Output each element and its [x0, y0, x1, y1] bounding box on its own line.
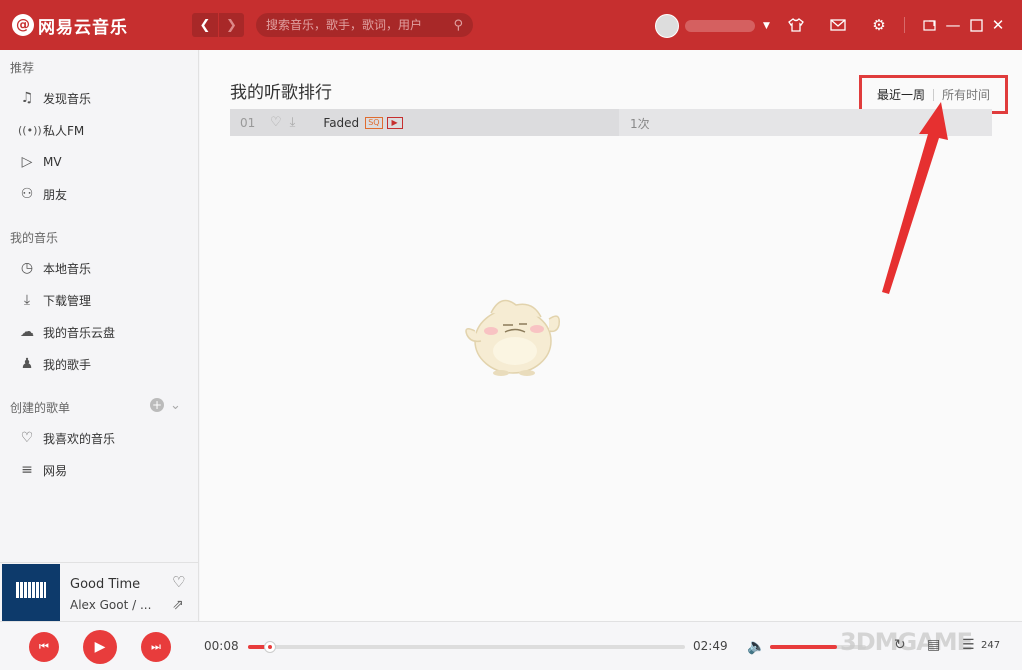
- search-box[interactable]: ⚲: [256, 13, 473, 37]
- sidebar-item-label: MV: [43, 155, 62, 169]
- app-title: 网易云音乐: [38, 17, 128, 38]
- download-icon[interactable]: ⤓: [290, 115, 296, 130]
- history-nav: ❮ ❯: [192, 13, 244, 37]
- section-title-my-music: 我的音乐: [10, 231, 59, 245]
- close-icon[interactable]: ✕: [988, 15, 1008, 35]
- avatar[interactable]: [655, 14, 679, 38]
- volume-fill: [770, 645, 838, 649]
- title-bar: @ 网易云音乐 ❮ ❯ ⚲ ▼ ⚙ — ✕: [0, 0, 1022, 50]
- now-playing-panel[interactable]: Good Time Alex Goot / ... ♡ ⇗: [0, 562, 199, 621]
- video-icon: ▷: [21, 154, 33, 170]
- sidebar-item-label: 我的歌手: [43, 357, 92, 372]
- sidebar-item-liked[interactable]: ♡ 我喜欢的音乐: [0, 423, 198, 453]
- netease-logo-icon: @: [12, 14, 34, 36]
- sidebar-item-label: 朋友: [43, 187, 68, 202]
- previous-track-icon[interactable]: ⏮: [29, 632, 59, 662]
- tab-all-time[interactable]: 所有时间: [934, 86, 998, 103]
- heart-icon[interactable]: ♡: [270, 115, 282, 130]
- sidebar-item-singers[interactable]: ♟ 我的歌手: [0, 349, 198, 379]
- sidebar-item-label: 下载管理: [43, 293, 92, 308]
- chevron-down-icon[interactable]: ⌄: [170, 398, 181, 413]
- music-note-icon: ♫: [20, 90, 34, 106]
- sidebar-item-fm[interactable]: ((•)) 私人FM: [0, 115, 198, 145]
- album-cover[interactable]: [2, 564, 60, 621]
- sidebar-item-label: 发现音乐: [43, 91, 92, 106]
- piano-keys-art: [16, 582, 46, 598]
- play-count-bar: [230, 109, 619, 136]
- heart-icon: ♡: [20, 430, 34, 446]
- tab-recent-week[interactable]: 最近一周: [869, 86, 933, 103]
- chevron-left-icon[interactable]: ❮: [192, 13, 218, 37]
- mv-icon[interactable]: ▶: [386, 116, 403, 129]
- mail-icon[interactable]: [828, 15, 848, 35]
- section-title-recommend: 推荐: [10, 61, 35, 75]
- total-time: 02:49: [693, 639, 728, 653]
- app-logo[interactable]: @ 网易云音乐: [12, 13, 128, 38]
- sidebar-item-label: 本地音乐: [43, 261, 92, 276]
- main-content: 我的听歌排行 最近一周 所有时间 01 ♡ ⤓ Faded SQ ▶ 1次: [200, 50, 1022, 621]
- download-icon: ⤓: [23, 292, 31, 308]
- sidebar-item-label: 我喜欢的音乐: [43, 431, 116, 446]
- caret-down-icon[interactable]: ▼: [763, 21, 770, 31]
- sidebar-item-label: 我的音乐云盘: [43, 325, 116, 340]
- chevron-right-icon[interactable]: ❯: [218, 13, 244, 37]
- playlist-icon: ≡: [21, 462, 33, 478]
- table-row[interactable]: 01 ♡ ⤓ Faded SQ ▶ 1次: [230, 109, 992, 136]
- progress-bar[interactable]: [248, 641, 685, 653]
- search-icon[interactable]: ⚲: [453, 18, 463, 33]
- sidebar-item-local-music[interactable]: ◷ 本地音乐: [0, 253, 198, 283]
- play-icon[interactable]: ▶: [83, 630, 117, 664]
- settings-icon[interactable]: ⚙: [869, 15, 889, 35]
- sidebar-item-cloud[interactable]: ☁ 我的音乐云盘: [0, 317, 198, 347]
- player-bar: ⏮ ▶ ⏭ 00:08 02:49 🔈 3DMGAME ↻ ▤ ☰ 247: [0, 621, 1022, 670]
- sidebar-item-mv[interactable]: ▷ MV: [0, 147, 198, 177]
- quality-badge: SQ: [365, 116, 383, 129]
- volume-icon[interactable]: 🔈: [747, 637, 766, 655]
- cloud-icon: ☁: [20, 324, 34, 340]
- search-input[interactable]: [266, 18, 454, 32]
- progress-knob[interactable]: [263, 641, 276, 653]
- sidebar-item-friends[interactable]: ⚇ 朋友: [0, 179, 198, 209]
- skin-icon[interactable]: [786, 15, 806, 35]
- singer-icon: ♟: [20, 356, 34, 372]
- lyrics-icon[interactable]: ▤: [927, 637, 940, 653]
- page-title: 我的听歌排行: [230, 83, 332, 103]
- now-playing-title: Good Time: [70, 577, 141, 592]
- sidebar-item-discover[interactable]: ♫ 发现音乐: [0, 83, 198, 113]
- now-playing-artist: Alex Goot / ...: [70, 598, 152, 612]
- disc-icon: ◷: [20, 260, 34, 276]
- radio-icon: ((•)): [18, 123, 42, 137]
- sidebar-item-label: 网易: [43, 463, 68, 478]
- next-track-icon[interactable]: ⏭: [141, 632, 171, 662]
- mini-mode-icon[interactable]: [920, 15, 940, 35]
- playlist-queue-icon[interactable]: ☰: [962, 637, 975, 653]
- username-redacted[interactable]: [685, 20, 755, 32]
- sidebar-item-downloads[interactable]: ⤓ 下载管理: [0, 285, 198, 315]
- friends-icon: ⚇: [20, 186, 34, 202]
- section-title-created-playlists: 创建的歌单: [10, 401, 71, 415]
- maximize-icon[interactable]: [966, 15, 986, 35]
- sidebar-item-playlist-netease[interactable]: ≡ 网易: [0, 455, 198, 485]
- sidebar: 推荐 ♫ 发现音乐 ((•)) 私人FM ▷ MV ⚇ 朋友 我的音乐 ◷ 本地…: [0, 50, 199, 562]
- titlebar-divider: [904, 17, 905, 33]
- song-title[interactable]: Faded: [323, 116, 359, 130]
- share-icon[interactable]: ⇗: [172, 597, 184, 613]
- playlist-count: 247: [981, 640, 1001, 651]
- user-menu[interactable]: ▼: [655, 14, 770, 38]
- watermark: 3DMGAME: [840, 628, 973, 656]
- row-rank: 01: [240, 115, 256, 130]
- play-count: 1次: [630, 117, 650, 131]
- sidebar-item-label: 私人FM: [43, 123, 85, 138]
- current-time: 00:08: [204, 639, 239, 653]
- minimize-icon[interactable]: —: [943, 15, 963, 35]
- like-icon[interactable]: ♡: [172, 573, 185, 591]
- playlist-tools: + ⌄: [150, 398, 181, 413]
- mascot-illustration: [465, 299, 561, 376]
- loop-icon[interactable]: ↻: [894, 637, 906, 653]
- add-playlist-icon[interactable]: +: [150, 398, 164, 412]
